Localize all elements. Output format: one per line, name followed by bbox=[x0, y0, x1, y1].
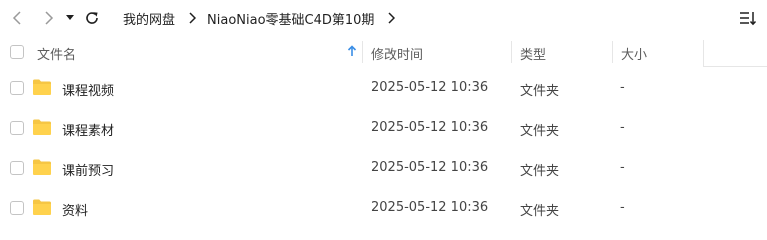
modified-time: 2025-05-12 10:36 bbox=[371, 160, 489, 175]
file-size: - bbox=[620, 80, 625, 95]
modified-time: 2025-05-12 10:36 bbox=[371, 80, 489, 95]
file-type: 文件夹 bbox=[520, 204, 560, 219]
forward-button[interactable] bbox=[38, 8, 58, 28]
modified-time: 2025-05-12 10:36 bbox=[371, 120, 489, 135]
modified-time: 2025-05-12 10:36 bbox=[371, 200, 489, 215]
row-checkbox[interactable] bbox=[10, 81, 24, 95]
column-divider[interactable] bbox=[511, 41, 512, 63]
folder-icon bbox=[33, 199, 51, 215]
column-divider[interactable] bbox=[362, 41, 363, 63]
file-name[interactable]: 课程素材 bbox=[62, 120, 114, 139]
table-row[interactable]: 课前预习 2025-05-12 10:36 文件夹 - bbox=[0, 148, 767, 188]
back-button[interactable] bbox=[8, 8, 28, 28]
column-header: 文件名 修改时间 类型 大小 bbox=[0, 36, 767, 68]
file-size: - bbox=[620, 200, 625, 215]
row-checkbox[interactable] bbox=[10, 201, 24, 215]
column-type-header[interactable]: 类型 bbox=[520, 44, 546, 63]
breadcrumb-item-current[interactable]: NiaoNiao零基础C4D第10期 bbox=[206, 9, 375, 28]
table-row[interactable]: 课程视频 2025-05-12 10:36 文件夹 - bbox=[0, 68, 767, 108]
column-modified-header[interactable]: 修改时间 bbox=[371, 44, 423, 63]
file-type: 文件夹 bbox=[520, 164, 560, 179]
caret-down-icon bbox=[66, 15, 74, 20]
breadcrumb-item-root[interactable]: 我的网盘 bbox=[122, 9, 176, 28]
breadcrumb: 我的网盘 NiaoNiao零基础C4D第10期 bbox=[122, 8, 405, 28]
sort-ascending-arrow-icon bbox=[347, 45, 357, 56]
file-type: 文件夹 bbox=[520, 84, 560, 99]
sort-list-icon bbox=[740, 12, 757, 26]
folder-icon bbox=[33, 119, 51, 135]
table-row[interactable]: 课程素材 2025-05-12 10:36 文件夹 - bbox=[0, 108, 767, 148]
column-size-header[interactable]: 大小 bbox=[621, 44, 647, 63]
refresh-button[interactable] bbox=[82, 8, 102, 28]
header-filler bbox=[703, 40, 767, 67]
folder-icon bbox=[33, 159, 51, 175]
breadcrumb-expand-button[interactable] bbox=[383, 8, 399, 28]
file-name[interactable]: 资料 bbox=[62, 200, 88, 219]
file-size: - bbox=[620, 160, 625, 175]
chevron-right-icon bbox=[184, 8, 200, 28]
file-name[interactable]: 课前预习 bbox=[62, 160, 114, 179]
file-size: - bbox=[620, 120, 625, 135]
chevron-right-icon bbox=[45, 11, 54, 25]
history-dropdown-button[interactable] bbox=[60, 8, 80, 28]
chevron-left-icon bbox=[12, 11, 21, 25]
chevron-right-icon bbox=[388, 12, 396, 24]
file-type: 文件夹 bbox=[520, 124, 560, 139]
view-options-button[interactable] bbox=[739, 9, 757, 27]
column-divider[interactable] bbox=[612, 41, 613, 63]
row-checkbox[interactable] bbox=[10, 161, 24, 175]
table-row[interactable]: 资料 2025-05-12 10:36 文件夹 - bbox=[0, 188, 767, 228]
file-name[interactable]: 课程视频 bbox=[62, 80, 114, 99]
toolbar: 我的网盘 NiaoNiao零基础C4D第10期 bbox=[0, 0, 767, 36]
column-name-header[interactable]: 文件名 bbox=[37, 44, 76, 63]
folder-icon bbox=[33, 79, 51, 95]
select-all-checkbox[interactable] bbox=[10, 45, 24, 59]
row-checkbox[interactable] bbox=[10, 121, 24, 135]
refresh-icon bbox=[86, 12, 98, 24]
